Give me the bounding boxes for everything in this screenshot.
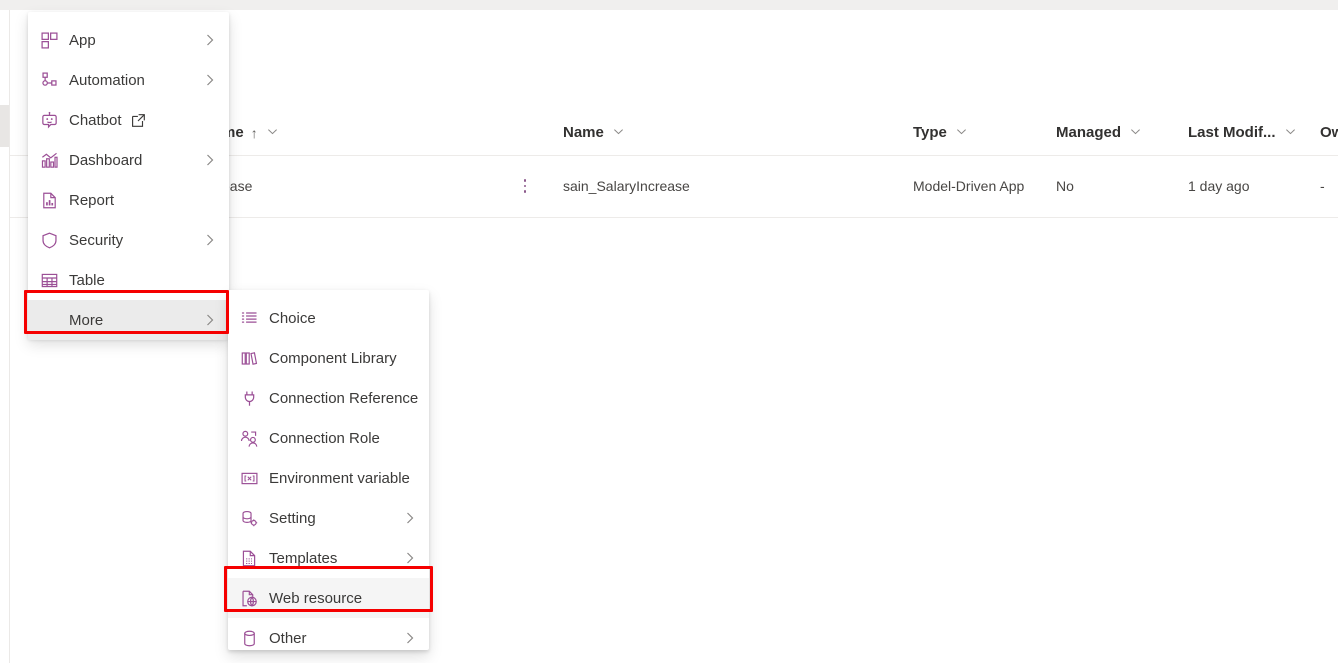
submenu-item-choice[interactable]: Choice <box>228 298 429 338</box>
submenu-item-other[interactable]: Other <box>228 618 429 658</box>
left-nav-stub <box>0 105 9 147</box>
report-document-icon <box>38 189 60 211</box>
menu-item-more-label: More <box>69 311 104 329</box>
column-header-managed[interactable]: Managed <box>1056 110 1181 155</box>
people-icon <box>238 427 260 449</box>
cell-name: sain_SalaryIncrease <box>563 178 690 194</box>
external-link-icon <box>131 113 146 128</box>
app-root: me ↑ Name Type Managed Last Modif... Ow … <box>0 0 1338 663</box>
chevron-down-icon[interactable] <box>613 126 624 137</box>
submenu-item-other-label: Other <box>269 629 307 647</box>
chevron-right-icon <box>203 33 217 47</box>
menu-item-more[interactable]: More <box>28 300 229 340</box>
chevron-right-icon <box>403 511 417 525</box>
submenu-item-environment-variable-label: Environment variable <box>269 469 410 487</box>
database-gear-icon <box>238 507 260 529</box>
menu-item-app[interactable]: App <box>28 20 229 60</box>
create-new-menu: App Automation Chatbot Dashboard Report … <box>28 12 229 340</box>
chevron-right-icon <box>203 233 217 247</box>
submenu-item-choice-label: Choice <box>269 309 316 327</box>
column-header-display-name[interactable]: me ↑ <box>222 110 552 155</box>
sort-ascending-icon: ↑ <box>250 124 258 141</box>
menu-item-chatbot-label: Chatbot <box>69 111 122 129</box>
menu-item-security-label: Security <box>69 231 124 249</box>
menu-item-table-label: Table <box>69 271 105 289</box>
window-top-strip <box>0 0 1338 10</box>
chevron-right-icon <box>403 551 417 565</box>
submenu-item-templates[interactable]: Templates <box>228 538 429 578</box>
app-grid-icon <box>38 29 60 51</box>
cell-last-modified: 1 day ago <box>1188 178 1250 194</box>
column-header-name[interactable]: Name <box>563 110 903 155</box>
table-grid-icon <box>38 269 60 291</box>
menu-item-automation[interactable]: Automation <box>28 60 229 100</box>
choice-list-icon <box>238 307 260 329</box>
menu-item-security[interactable]: Security <box>28 220 229 260</box>
chevron-down-icon[interactable] <box>267 126 278 137</box>
cell-type: Model-Driven App <box>913 178 1025 194</box>
submenu-item-web-resource-label: Web resource <box>269 589 363 607</box>
submenu-item-connection-role[interactable]: Connection Role <box>228 418 429 458</box>
template-document-icon <box>238 547 260 569</box>
menu-item-table[interactable]: Table <box>28 260 229 300</box>
submenu-item-connection-reference[interactable]: Connection Reference <box>228 378 429 418</box>
plug-icon <box>238 387 260 409</box>
menu-item-chatbot[interactable]: Chatbot <box>28 100 229 140</box>
more-submenu: Choice Component Library Connection Refe… <box>228 290 429 650</box>
menu-item-report[interactable]: Report <box>28 180 229 220</box>
column-header-name-label: Name <box>563 124 604 141</box>
chevron-right-icon <box>403 631 417 645</box>
submenu-item-connection-reference-label: Connection Reference <box>269 389 419 407</box>
component-library-icon <box>238 347 260 369</box>
column-header-owner[interactable]: Ow <box>1320 110 1338 155</box>
submenu-item-setting[interactable]: Setting <box>228 498 429 538</box>
database-icon <box>238 627 260 649</box>
submenu-item-web-resource[interactable]: Web resource <box>228 578 429 618</box>
submenu-item-connection-role-label: Connection Role <box>269 429 380 447</box>
menu-item-app-label: App <box>69 31 96 49</box>
kebab-vertical-icon <box>523 177 527 194</box>
chevron-down-icon[interactable] <box>1285 126 1296 137</box>
chevron-right-icon <box>203 153 217 167</box>
chevron-down-icon[interactable] <box>956 126 967 137</box>
submenu-item-environment-variable[interactable]: Environment variable <box>228 458 429 498</box>
chevron-down-icon[interactable] <box>1130 126 1141 137</box>
submenu-item-setting-label: Setting <box>269 509 316 527</box>
cell-owner: - <box>1320 178 1325 194</box>
menu-item-report-label: Report <box>69 191 115 209</box>
cell-managed: No <box>1056 178 1074 194</box>
more-spacer-icon <box>38 309 60 331</box>
row-more-commands-button[interactable] <box>515 155 535 217</box>
submenu-item-component-library-label: Component Library <box>269 349 397 367</box>
submenu-item-templates-label: Templates <box>269 549 338 567</box>
chevron-right-icon <box>203 313 217 327</box>
column-header-owner-label: Ow <box>1320 124 1338 141</box>
column-header-last-modified-label: Last Modif... <box>1188 124 1276 141</box>
column-header-type[interactable]: Type <box>913 110 1048 155</box>
menu-item-dashboard[interactable]: Dashboard <box>28 140 229 180</box>
menu-item-dashboard-label: Dashboard <box>69 151 143 169</box>
column-header-managed-label: Managed <box>1056 124 1122 141</box>
submenu-item-component-library[interactable]: Component Library <box>228 338 429 378</box>
variable-box-icon <box>238 467 260 489</box>
column-header-type-label: Type <box>913 124 947 141</box>
web-resource-globe-icon <box>238 587 260 609</box>
chevron-right-icon <box>203 73 217 87</box>
column-header-last-modified[interactable]: Last Modif... <box>1188 110 1318 155</box>
menu-item-automation-label: Automation <box>69 71 145 89</box>
chatbot-robot-icon <box>38 109 60 131</box>
automation-flow-icon <box>38 69 60 91</box>
dashboard-chart-icon <box>38 149 60 171</box>
shield-icon <box>38 229 60 251</box>
cell-display-name: ease <box>222 178 253 194</box>
